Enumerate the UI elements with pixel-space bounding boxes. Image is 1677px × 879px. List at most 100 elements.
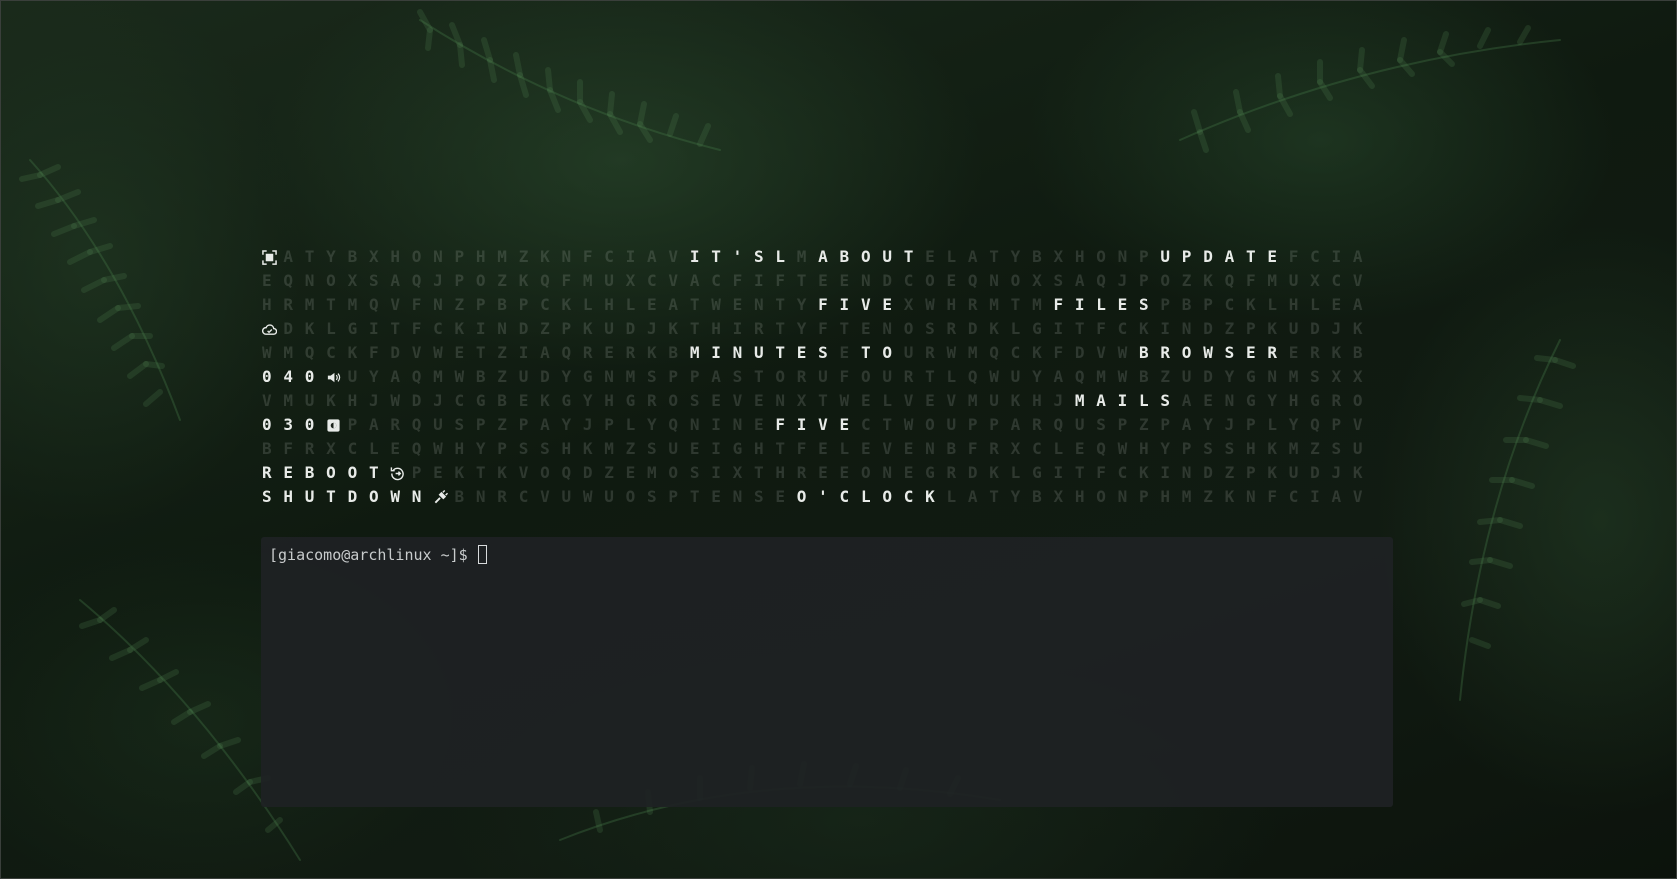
clock-letter: H — [775, 463, 786, 482]
clock-letter: N — [775, 391, 786, 410]
cloud-icon[interactable] — [262, 322, 283, 337]
clock-label-letter[interactable]: S — [262, 485, 283, 509]
clock-row: 040UYAQMWBZUDYGNMSPPASTORUFOURTLQWUYAQMW… — [262, 365, 1374, 389]
clock-letter-lit: P — [1181, 247, 1192, 266]
clock-label-letter[interactable]: H — [283, 485, 304, 509]
clock-row: S H U T D O W N B N R C V U W U O S P T E N S E O ' C L O C K L A T Y B X H O N… — [262, 485, 1374, 509]
clock-letter: D — [518, 319, 529, 338]
volume-icon[interactable] — [326, 370, 347, 385]
clock-letter-lit: D — [1203, 247, 1213, 266]
clock-letter: U — [1074, 415, 1085, 434]
clock-letter: E — [433, 463, 443, 482]
clock-label-letter[interactable]: U — [305, 485, 326, 509]
clock-label-letter[interactable]: D — [348, 485, 369, 509]
clock-letter: T — [1010, 295, 1021, 314]
clock-letter: L — [882, 391, 892, 410]
clock-letter: A — [1352, 247, 1363, 266]
clock-letter: E — [818, 439, 828, 458]
terminal-prompt-line[interactable]: [giacomo@archlinux ~]$ — [269, 545, 487, 564]
clock-letter: I — [711, 463, 721, 482]
clock-letter: R — [753, 319, 764, 338]
clock-letter: K — [668, 319, 679, 338]
clock-letter: T — [818, 391, 828, 410]
clock-letter: M — [604, 439, 614, 458]
plug-icon[interactable] — [433, 489, 454, 505]
clock-letter: Q — [1224, 271, 1235, 290]
clock-letter: T — [326, 295, 336, 314]
clock-letter: M — [1032, 295, 1042, 314]
clock-letter: V — [882, 439, 892, 458]
clock-label-letter[interactable]: O — [326, 461, 347, 485]
clock-label-letter: 0 — [304, 415, 315, 434]
clock-letter-lit: U — [1160, 247, 1171, 266]
clock-letter: D — [967, 319, 978, 338]
clock-letter: X — [1053, 247, 1064, 266]
clock-letter: T — [689, 295, 700, 314]
clock-letter: Z — [1224, 463, 1235, 482]
clock-letter: L — [582, 295, 593, 314]
clock-letter: P — [411, 463, 422, 482]
clock-letter: V — [540, 487, 550, 506]
clock-letter: G — [561, 391, 572, 410]
clock-letter: Z — [497, 415, 507, 434]
clock-letter: R — [497, 487, 507, 506]
clock-letter: X — [326, 439, 336, 458]
clock-label-letter[interactable]: T — [326, 485, 347, 509]
clock-letter-lit: N — [732, 343, 743, 362]
clock-letter: K — [454, 463, 465, 482]
clock-letter: X — [1032, 271, 1042, 290]
clock-label-letter[interactable]: N — [412, 485, 433, 509]
clock-letter: G — [582, 367, 593, 386]
clock-letter: N — [882, 463, 892, 482]
clock-letter-lit: I — [689, 247, 700, 266]
clock-letter: K — [540, 247, 550, 266]
clock-letter: D — [1203, 367, 1213, 386]
clock-letter: E — [1203, 391, 1213, 410]
clock-label-letter[interactable]: T — [369, 461, 390, 485]
clock-letter: T — [925, 367, 935, 386]
clock-letter: W — [711, 295, 721, 314]
clock-label-letter[interactable]: W — [390, 485, 411, 509]
clock-letter-lit: U — [753, 343, 764, 362]
clock-letter: S — [647, 367, 657, 386]
clock-letter: U — [1288, 319, 1299, 338]
clock-letter: E — [925, 247, 935, 266]
clock-letter: P — [454, 247, 465, 266]
clock-letter: K — [561, 295, 572, 314]
clock-letter: P — [668, 367, 679, 386]
brightness-icon[interactable] — [326, 418, 347, 433]
clock-letter: F — [1096, 463, 1106, 482]
clock-letter: C — [1288, 487, 1299, 506]
clock-letter: Y — [1288, 415, 1299, 434]
terminal-window[interactable]: [giacomo@archlinux ~]$ — [261, 537, 1393, 807]
clock-letter: U — [668, 439, 679, 458]
clock-letter: R — [925, 343, 935, 362]
clock-letter: D — [582, 463, 593, 482]
clock-letter: S — [647, 487, 657, 506]
clock-letter: Q — [368, 295, 379, 314]
clock-label-letter[interactable]: O — [348, 461, 369, 485]
clock-letter: R — [1032, 415, 1042, 434]
clock-letter: C — [1010, 343, 1021, 362]
clock-letter: Q — [967, 367, 978, 386]
reboot-icon[interactable] — [390, 466, 411, 481]
clock-letter: I — [1310, 487, 1320, 506]
clock-label-letter[interactable]: E — [283, 461, 304, 485]
clock-letter: U — [604, 271, 614, 290]
clock-letter: T — [475, 463, 486, 482]
clock-letter: C — [903, 271, 914, 290]
clock-label-letter[interactable]: R — [262, 461, 283, 485]
clock-letter: Q — [1053, 415, 1064, 434]
clock-letter: B — [1181, 295, 1192, 314]
clock-label-letter[interactable]: O — [369, 485, 390, 509]
clock-letter: J — [1053, 391, 1064, 410]
screenshot-icon[interactable] — [262, 249, 283, 265]
clock-letter: N — [753, 295, 764, 314]
clock-letter-lit: T — [711, 247, 721, 266]
clock-letter: U — [604, 319, 614, 338]
clock-letter: C — [433, 319, 443, 338]
clock-label-letter[interactable]: B — [305, 461, 326, 485]
clock-letter: K — [454, 319, 465, 338]
clock-letter: Q — [1310, 415, 1320, 434]
clock-letter: Q — [1096, 271, 1106, 290]
